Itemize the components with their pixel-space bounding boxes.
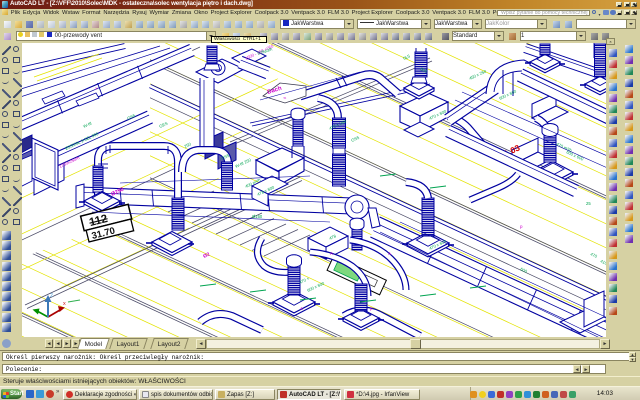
svg-text:25: 25 xyxy=(586,201,591,206)
svg-text:×: × xyxy=(95,86,98,91)
svg-text:Ø160: Ø160 xyxy=(252,214,263,219)
svg-text:A: A xyxy=(330,251,333,256)
svg-text:A: A xyxy=(300,306,303,311)
svg-text:x: x xyxy=(63,301,66,307)
svg-text:z: z xyxy=(50,292,53,299)
svg-text:A: A xyxy=(388,251,391,256)
